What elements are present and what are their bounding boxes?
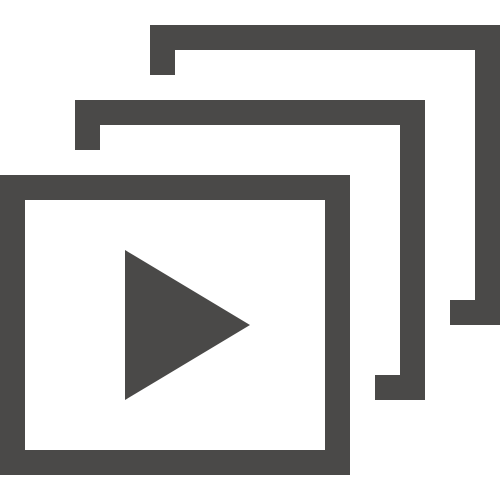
icon-canvas [0,0,500,500]
play-triangle-icon [125,250,250,400]
video-playlist-icon [0,25,500,475]
